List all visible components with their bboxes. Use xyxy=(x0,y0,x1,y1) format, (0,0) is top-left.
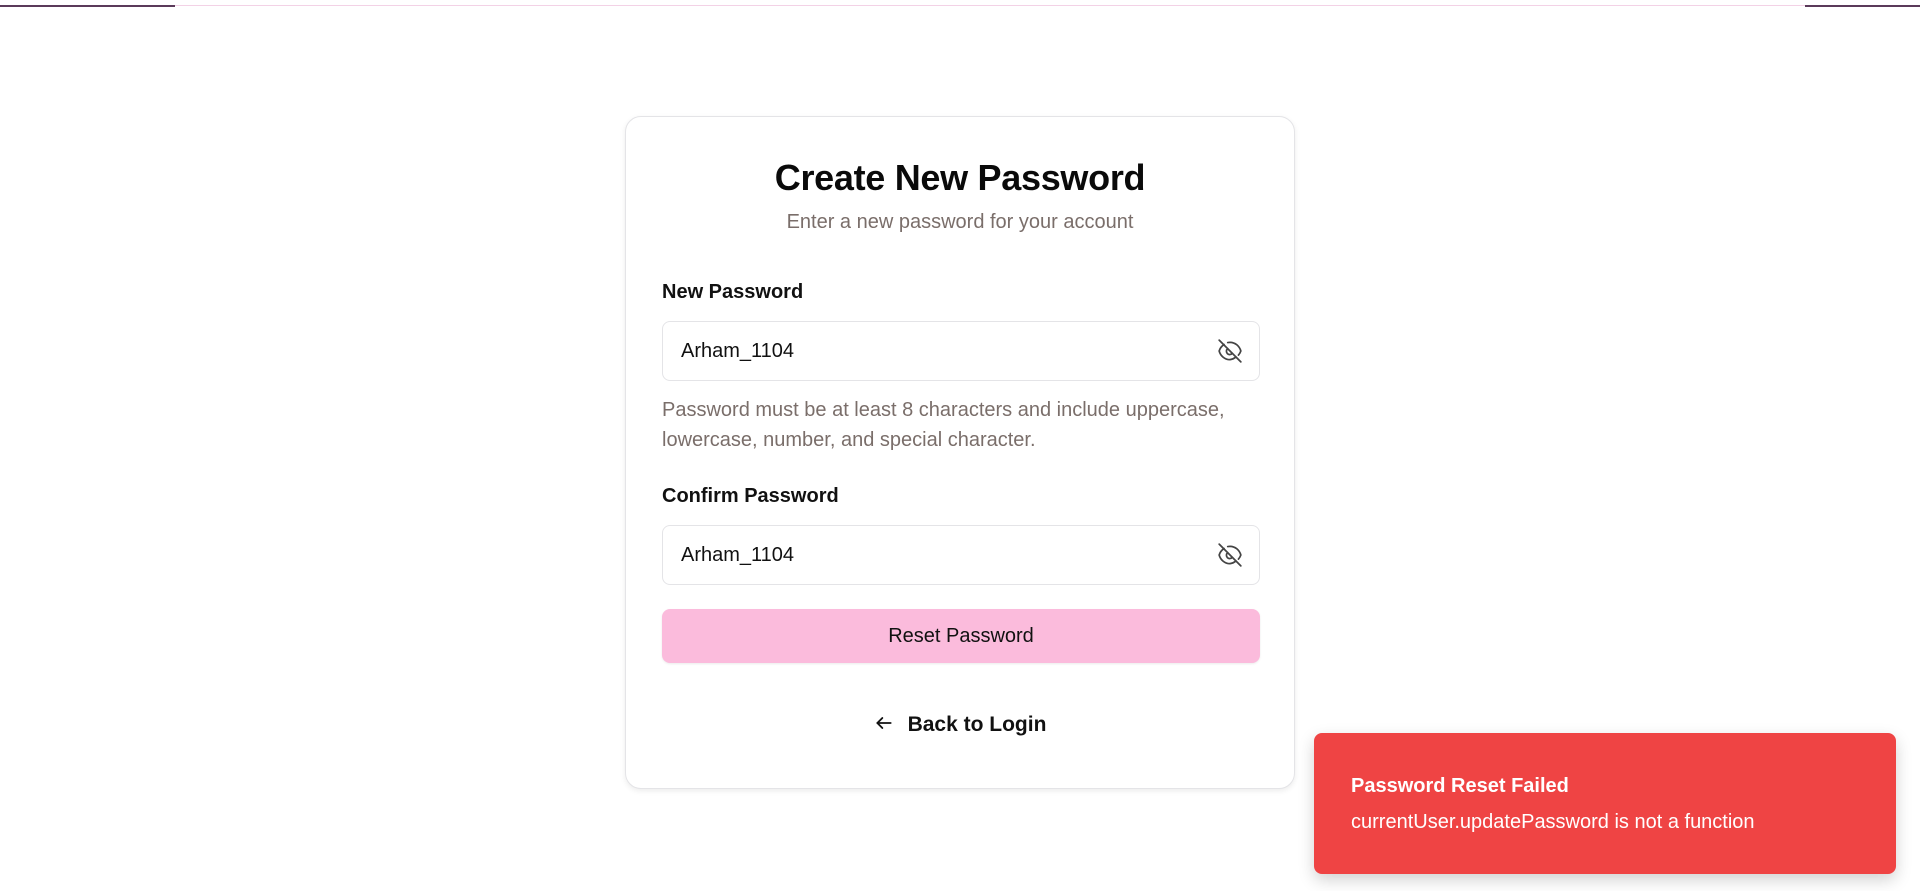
confirm-password-input[interactable] xyxy=(663,526,1203,584)
back-to-login-label: Back to Login xyxy=(907,713,1047,736)
page-subtitle: Enter a new password for your account xyxy=(786,211,1134,233)
back-to-login-link[interactable]: Back to Login xyxy=(626,713,1294,737)
reset-password-card: Create New Password Enter a new password… xyxy=(625,116,1295,789)
error-toast[interactable]: Password Reset Failed currentUser.update… xyxy=(1314,733,1896,874)
toast-title: Password Reset Failed xyxy=(1351,775,1569,797)
top-line-segment xyxy=(625,5,1295,6)
password-requirements-hint: Password must be at least 8 characters a… xyxy=(662,399,1225,451)
toast-message: currentUser.updatePassword is not a func… xyxy=(1351,811,1755,833)
confirm-password-field xyxy=(662,525,1260,585)
new-password-field xyxy=(662,321,1260,381)
new-password-input[interactable] xyxy=(663,322,1203,380)
top-decorative-line xyxy=(0,0,1920,7)
eye-off-icon[interactable] xyxy=(1217,542,1243,568)
confirm-password-label: Confirm Password xyxy=(662,485,839,507)
top-line-segment xyxy=(1805,5,1920,7)
page-title: Create New Password xyxy=(774,157,1146,198)
top-line-segment xyxy=(175,5,625,6)
new-password-label: New Password xyxy=(662,281,804,303)
eye-off-icon[interactable] xyxy=(1217,338,1243,364)
top-line-segment xyxy=(1295,5,1805,6)
reset-password-button[interactable]: Reset Password xyxy=(662,609,1260,663)
arrow-left-icon xyxy=(874,713,894,733)
top-line-segment xyxy=(0,5,175,7)
